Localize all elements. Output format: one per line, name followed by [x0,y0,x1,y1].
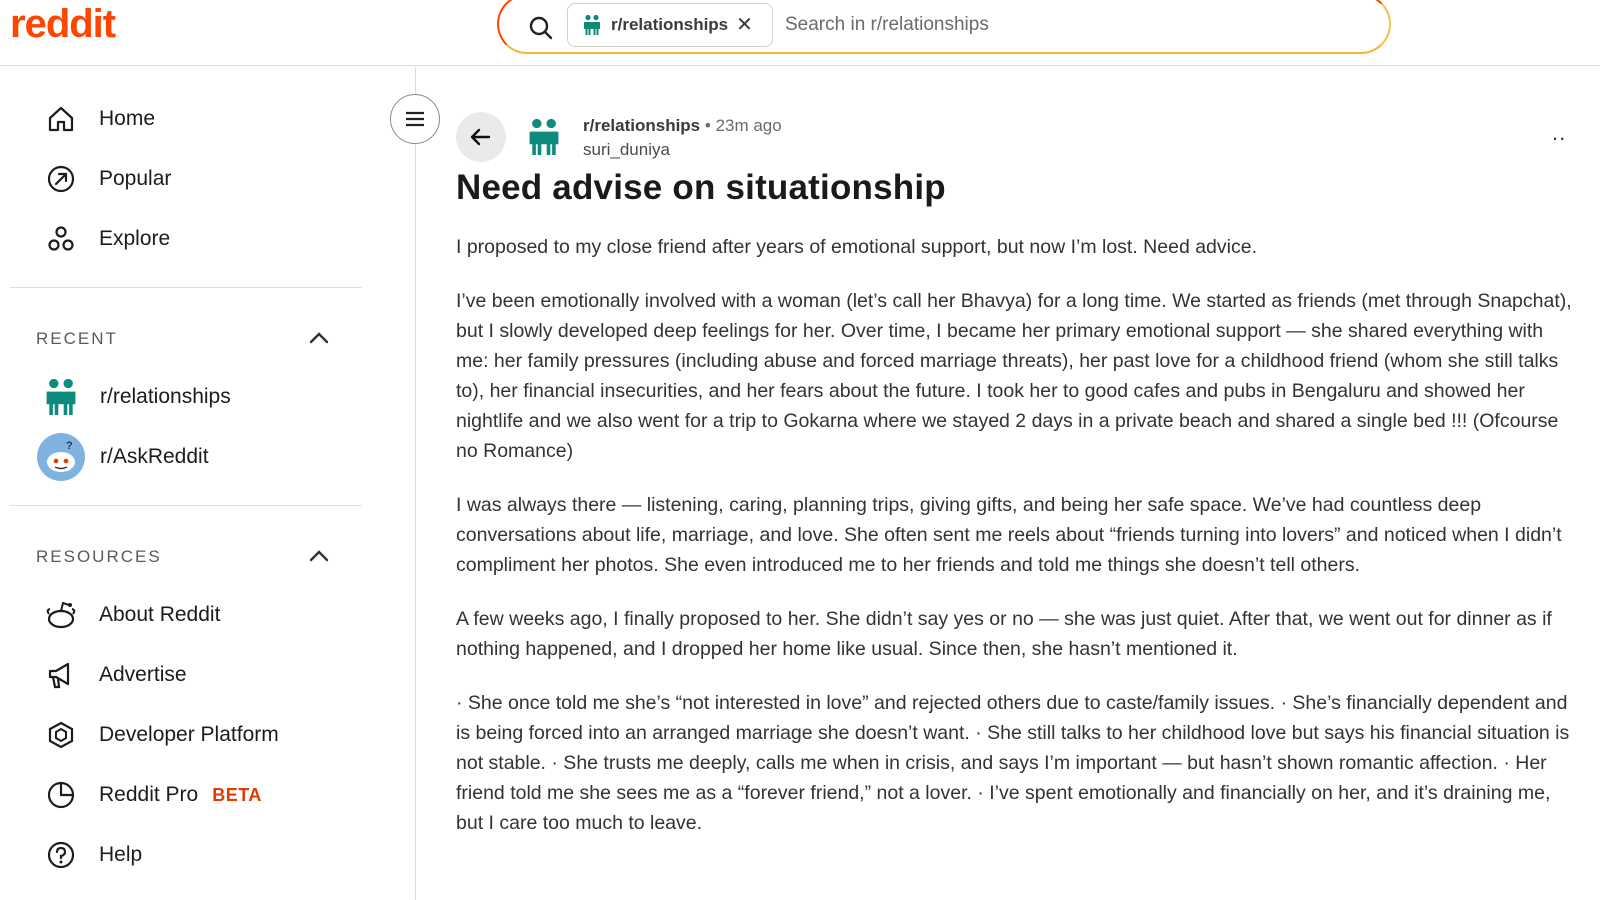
about-reddit-icon [44,598,78,632]
menu-icon [406,111,424,127]
megaphone-icon [44,658,78,692]
relationships-community-icon [584,14,600,35]
beta-badge: BETA [212,784,262,805]
arrow-left-icon [470,128,491,146]
sidebar-divider [10,287,362,288]
post-paragraph: · She once told me she’s “not interested… [456,692,1570,834]
post-paragraph: I proposed to my close friend after year… [456,236,1257,258]
post-body: I proposed to my close friend after year… [456,232,1576,862]
back-button[interactable] [456,112,506,162]
svg-text:?: ? [66,440,73,452]
sidebar-item-popular[interactable]: Popular [44,159,171,199]
sidebar-item-reddit-pro[interactable]: Reddit Pro BETA [44,775,262,815]
explore-icon [44,222,78,256]
askreddit-community-icon: ? [36,432,86,482]
chevron-up-icon[interactable] [308,331,330,345]
left-sidebar: Home Popular Explore RECENT r/relationsh… [0,67,416,900]
post-title: Need advise on situationship [456,168,946,207]
sidebar-divider [10,505,362,506]
sidebar-item-label: Advertise [99,663,187,686]
subreddit-avatar[interactable] [526,116,562,158]
post-timestamp: 23m ago [715,116,782,135]
sidebar-item-label: r/relationships [100,385,231,408]
relationships-community-icon [38,374,84,420]
post-paragraph: I was always there — listening, caring, … [456,494,1562,576]
sidebar-item-label: Developer Platform [99,723,279,746]
recent-section-heading[interactable]: RECENT [36,329,118,349]
top-header: reddit r/relationships ✕ [0,0,1600,66]
clear-scope-icon[interactable]: ✕ [736,15,753,35]
sidebar-item-developer-platform[interactable]: Developer Platform [44,715,279,755]
reddit-pro-icon [44,778,78,812]
resources-section-heading[interactable]: RESOURCES [36,547,162,567]
sidebar-item-label: Help [99,843,143,866]
search-scope-label: r/relationships [611,15,729,34]
sidebar-item-label: Explore [99,227,171,250]
subreddit-link[interactable]: r/relationships [583,116,700,135]
sidebar-item-relationships[interactable]: r/relationships [38,377,231,417]
sidebar-item-advertise[interactable]: Advertise [44,655,187,695]
developer-platform-icon [44,718,78,752]
post-paragraph: I’ve been emotionally involved with a wo… [456,290,1572,462]
sidebar-item-label: Reddit Pro [99,783,199,806]
more-options-button[interactable]: .. [1552,120,1566,146]
sidebar-item-help[interactable]: Help [44,835,142,875]
sidebar-item-askreddit[interactable]: ? r/AskReddit [36,433,209,481]
reddit-logo[interactable]: reddit [10,2,116,47]
chevron-up-icon[interactable] [308,549,330,563]
sidebar-item-about-reddit[interactable]: About Reddit [44,595,220,635]
home-icon [44,102,78,136]
post-author[interactable]: suri_duniya [583,140,670,160]
collapse-sidebar-button[interactable] [390,94,440,144]
search-scope-chip[interactable]: r/relationships ✕ [567,3,773,47]
sidebar-item-label: r/AskReddit [100,445,209,468]
sidebar-item-home[interactable]: Home [44,99,155,139]
sidebar-item-explore[interactable]: Explore [44,219,170,259]
search-input[interactable] [785,8,1345,42]
search-icon [529,16,553,40]
popular-icon [44,162,78,196]
sidebar-item-label: Popular [99,167,172,190]
post-meta: r/relationships • 23m ago [583,116,782,136]
sidebar-item-label: About Reddit [99,603,221,626]
search-bar[interactable]: r/relationships ✕ [497,0,1391,54]
meta-separator: • [704,116,711,135]
sidebar-item-label: Home [99,107,156,130]
post-paragraph: A few weeks ago, I finally proposed to h… [456,608,1552,660]
help-icon [44,838,78,872]
